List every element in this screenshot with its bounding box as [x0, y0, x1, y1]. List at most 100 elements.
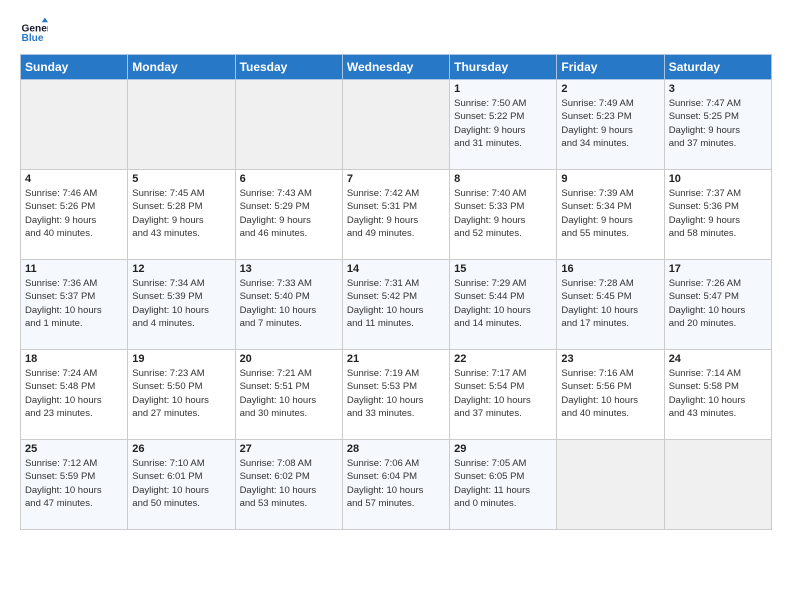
calendar-table: SundayMondayTuesdayWednesdayThursdayFrid…	[20, 54, 772, 530]
page-header: General Blue	[20, 16, 772, 44]
day-info: Sunrise: 7:36 AM Sunset: 5:37 PM Dayligh…	[25, 277, 123, 330]
calendar-week-1: 1Sunrise: 7:50 AM Sunset: 5:22 PM Daylig…	[21, 80, 772, 170]
calendar-cell: 27 Sunrise: 7:08 AM Sunset: 6:02 PM Dayli…	[235, 440, 342, 530]
calendar-cell	[557, 440, 664, 530]
calendar-cell: 15Sunrise: 7:29 AM Sunset: 5:44 PM Dayli…	[450, 260, 557, 350]
calendar-header-row: SundayMondayTuesdayWednesdayThursdayFrid…	[21, 55, 772, 80]
day-info: Sunrise: 7:43 AM Sunset: 5:29 PM Dayligh…	[240, 187, 338, 240]
calendar-cell: 17 Sunrise: 7:26 AM Sunset: 5:47 PM Dayli…	[664, 260, 771, 350]
day-number: 2	[561, 83, 659, 95]
day-number: 25	[25, 443, 123, 455]
header-day-monday: Monday	[128, 55, 235, 80]
calendar-cell: 24Sunrise: 7:14 AM Sunset: 5:58 PM Dayli…	[664, 350, 771, 440]
day-info: Sunrise: 7:08 AM Sunset: 6:02 PM Dayligh…	[240, 457, 338, 510]
day-number: 13	[240, 263, 338, 275]
header-day-saturday: Saturday	[664, 55, 771, 80]
day-info: Sunrise: 7:37 AM Sunset: 5:36 PM Dayligh…	[669, 187, 767, 240]
calendar-cell: 16 Sunrise: 7:28 AM Sunset: 5:45 PM Dayli…	[557, 260, 664, 350]
day-number: 22	[454, 353, 552, 365]
day-number: 29	[454, 443, 552, 455]
calendar-week-2: 4 Sunrise: 7:46 AM Sunset: 5:26 PM Daylig…	[21, 170, 772, 260]
day-info: Sunrise: 7:39 AM Sunset: 5:34 PM Dayligh…	[561, 187, 659, 240]
day-number: 11	[25, 263, 123, 275]
day-number: 12	[132, 263, 230, 275]
day-number: 4	[25, 173, 123, 185]
day-info: Sunrise: 7:24 AM Sunset: 5:48 PM Dayligh…	[25, 367, 123, 420]
calendar-week-4: 18 Sunrise: 7:24 AM Sunset: 5:48 PM Dayli…	[21, 350, 772, 440]
day-number: 27	[240, 443, 338, 455]
calendar-cell	[342, 80, 449, 170]
day-number: 6	[240, 173, 338, 185]
day-info: Sunrise: 7:06 AM Sunset: 6:04 PM Dayligh…	[347, 457, 445, 510]
calendar-cell: 3 Sunrise: 7:47 AM Sunset: 5:25 PM Daylig…	[664, 80, 771, 170]
day-number: 5	[132, 173, 230, 185]
header-day-sunday: Sunday	[21, 55, 128, 80]
day-number: 14	[347, 263, 445, 275]
day-number: 9	[561, 173, 659, 185]
calendar-body: 1Sunrise: 7:50 AM Sunset: 5:22 PM Daylig…	[21, 80, 772, 530]
header-day-tuesday: Tuesday	[235, 55, 342, 80]
calendar-cell: 11 Sunrise: 7:36 AM Sunset: 5:37 PM Dayli…	[21, 260, 128, 350]
calendar-cell	[21, 80, 128, 170]
calendar-week-5: 25 Sunrise: 7:12 AM Sunset: 5:59 PM Dayli…	[21, 440, 772, 530]
calendar-cell: 22 Sunrise: 7:17 AM Sunset: 5:54 PM Dayli…	[450, 350, 557, 440]
day-info: Sunrise: 7:17 AM Sunset: 5:54 PM Dayligh…	[454, 367, 552, 420]
calendar-cell: 20 Sunrise: 7:21 AM Sunset: 5:51 PM Dayli…	[235, 350, 342, 440]
day-number: 16	[561, 263, 659, 275]
calendar-cell: 13 Sunrise: 7:33 AM Sunset: 5:40 PM Dayli…	[235, 260, 342, 350]
day-info: Sunrise: 7:46 AM Sunset: 5:26 PM Dayligh…	[25, 187, 123, 240]
day-number: 10	[669, 173, 767, 185]
day-info: Sunrise: 7:21 AM Sunset: 5:51 PM Dayligh…	[240, 367, 338, 420]
day-info: Sunrise: 7:33 AM Sunset: 5:40 PM Dayligh…	[240, 277, 338, 330]
calendar-cell: 23Sunrise: 7:16 AM Sunset: 5:56 PM Dayli…	[557, 350, 664, 440]
day-number: 20	[240, 353, 338, 365]
calendar-cell: 21 Sunrise: 7:19 AM Sunset: 5:53 PM Dayli…	[342, 350, 449, 440]
calendar-cell: 25 Sunrise: 7:12 AM Sunset: 5:59 PM Dayli…	[21, 440, 128, 530]
logo: General Blue	[20, 16, 48, 44]
day-number: 8	[454, 173, 552, 185]
day-number: 26	[132, 443, 230, 455]
calendar-cell: 29 Sunrise: 7:05 AM Sunset: 6:05 PM Dayli…	[450, 440, 557, 530]
day-number: 18	[25, 353, 123, 365]
calendar-cell: 10 Sunrise: 7:37 AM Sunset: 5:36 PM Dayli…	[664, 170, 771, 260]
calendar-cell: 8 Sunrise: 7:40 AM Sunset: 5:33 PM Daylig…	[450, 170, 557, 260]
day-info: Sunrise: 7:26 AM Sunset: 5:47 PM Dayligh…	[669, 277, 767, 330]
header-day-wednesday: Wednesday	[342, 55, 449, 80]
day-info: Sunrise: 7:31 AM Sunset: 5:42 PM Dayligh…	[347, 277, 445, 330]
calendar-cell: 26 Sunrise: 7:10 AM Sunset: 6:01 PM Dayli…	[128, 440, 235, 530]
calendar-cell: 19 Sunrise: 7:23 AM Sunset: 5:50 PM Dayli…	[128, 350, 235, 440]
calendar-cell: 4 Sunrise: 7:46 AM Sunset: 5:26 PM Daylig…	[21, 170, 128, 260]
day-info: Sunrise: 7:28 AM Sunset: 5:45 PM Dayligh…	[561, 277, 659, 330]
day-info: Sunrise: 7:23 AM Sunset: 5:50 PM Dayligh…	[132, 367, 230, 420]
day-number: 1	[454, 83, 552, 95]
calendar-cell: 5 Sunrise: 7:45 AM Sunset: 5:28 PM Daylig…	[128, 170, 235, 260]
day-number: 19	[132, 353, 230, 365]
calendar-cell: 18 Sunrise: 7:24 AM Sunset: 5:48 PM Dayli…	[21, 350, 128, 440]
day-number: 17	[669, 263, 767, 275]
logo-icon: General Blue	[20, 16, 48, 44]
svg-text:Blue: Blue	[22, 33, 44, 44]
calendar-cell: 1Sunrise: 7:50 AM Sunset: 5:22 PM Daylig…	[450, 80, 557, 170]
day-info: Sunrise: 7:40 AM Sunset: 5:33 PM Dayligh…	[454, 187, 552, 240]
day-info: Sunrise: 7:16 AM Sunset: 5:56 PM Dayligh…	[561, 367, 659, 420]
day-number: 7	[347, 173, 445, 185]
day-number: 21	[347, 353, 445, 365]
day-number: 15	[454, 263, 552, 275]
day-info: Sunrise: 7:47 AM Sunset: 5:25 PM Dayligh…	[669, 97, 767, 150]
day-info: Sunrise: 7:12 AM Sunset: 5:59 PM Dayligh…	[25, 457, 123, 510]
calendar-cell: 28Sunrise: 7:06 AM Sunset: 6:04 PM Dayli…	[342, 440, 449, 530]
header-day-friday: Friday	[557, 55, 664, 80]
day-info: Sunrise: 7:45 AM Sunset: 5:28 PM Dayligh…	[132, 187, 230, 240]
calendar-cell: 2Sunrise: 7:49 AM Sunset: 5:23 PM Daylig…	[557, 80, 664, 170]
day-info: Sunrise: 7:14 AM Sunset: 5:58 PM Dayligh…	[669, 367, 767, 420]
calendar-cell: 14 Sunrise: 7:31 AM Sunset: 5:42 PM Dayli…	[342, 260, 449, 350]
calendar-week-3: 11 Sunrise: 7:36 AM Sunset: 5:37 PM Dayli…	[21, 260, 772, 350]
calendar-cell: 12 Sunrise: 7:34 AM Sunset: 5:39 PM Dayli…	[128, 260, 235, 350]
day-info: Sunrise: 7:05 AM Sunset: 6:05 PM Dayligh…	[454, 457, 552, 510]
day-info: Sunrise: 7:34 AM Sunset: 5:39 PM Dayligh…	[132, 277, 230, 330]
calendar-cell	[235, 80, 342, 170]
day-info: Sunrise: 7:10 AM Sunset: 6:01 PM Dayligh…	[132, 457, 230, 510]
day-info: Sunrise: 7:42 AM Sunset: 5:31 PM Dayligh…	[347, 187, 445, 240]
day-number: 3	[669, 83, 767, 95]
day-info: Sunrise: 7:19 AM Sunset: 5:53 PM Dayligh…	[347, 367, 445, 420]
